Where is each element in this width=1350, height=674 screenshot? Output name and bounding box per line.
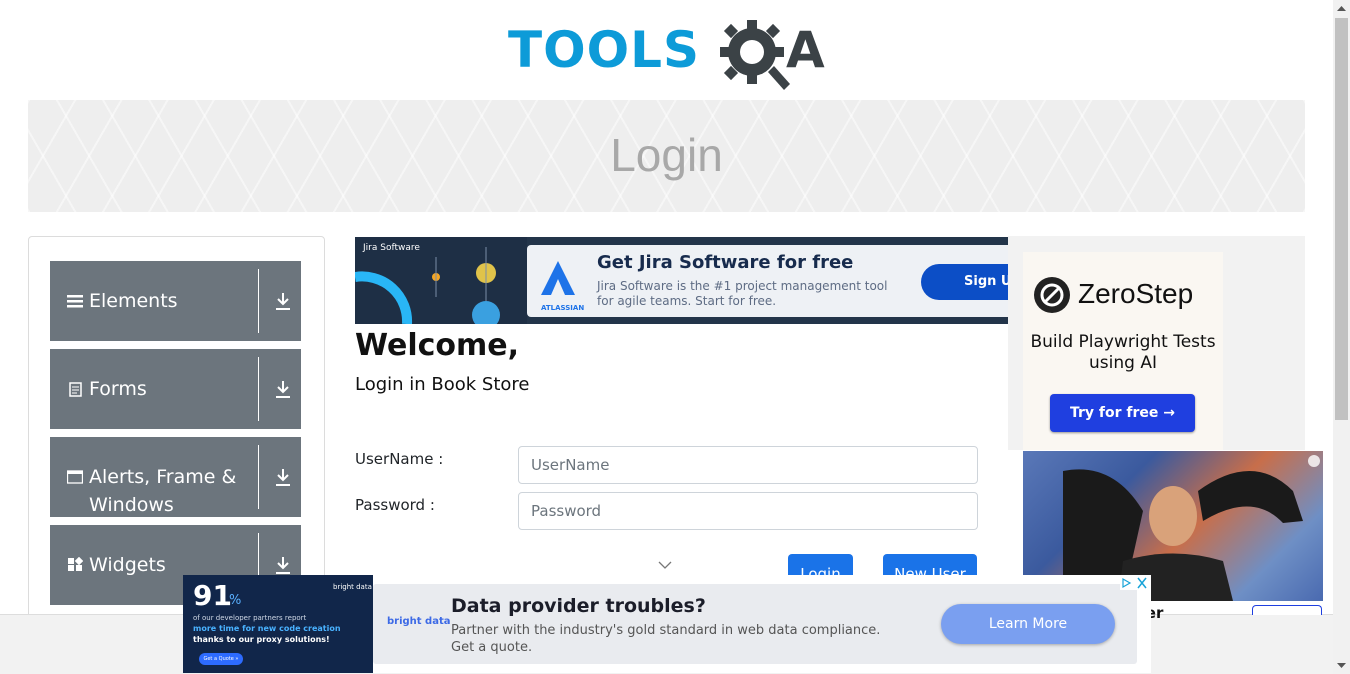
username-input[interactable]: [518, 446, 978, 484]
sidebar-group-label: Forms: [89, 378, 147, 400]
stat-number: 91: [193, 579, 232, 612]
toolsqa-logo[interactable]: TOOLS A: [508, 14, 830, 92]
password-input[interactable]: [518, 492, 978, 530]
stat-line-2: more time for new code creation: [193, 624, 341, 633]
window-icon: [66, 469, 84, 485]
jira-brand: Jira Software: [363, 243, 420, 253]
menu-icon: [67, 293, 83, 309]
zerostep-tagline: Build Playwright Tests using AI: [1030, 332, 1216, 373]
sidebar-group-label: Alerts, Frame & Windows: [89, 466, 237, 516]
brightdata-body: Partner with the industry's gold standar…: [451, 623, 881, 655]
brightdata-ad-card: bright data Data provider troubles? Part…: [373, 584, 1137, 664]
stat-line-3: thanks to our proxy solutions!: [193, 635, 330, 644]
jira-ad-body: Jira Software is the #1 project manageme…: [597, 279, 888, 308]
zerostep-logo-icon: [1034, 277, 1070, 313]
chevron-down-icon: [658, 561, 672, 569]
jira-ad-banner[interactable]: Jira Software ATLASSIAN Get Jira Softwar…: [355, 237, 1008, 324]
zerostep-brand: ZeroStep: [1078, 278, 1194, 309]
password-label: Password :: [355, 496, 435, 514]
divider: [258, 269, 259, 333]
adchoices-close-icon[interactable]: [1120, 576, 1150, 590]
login-subtitle: Login in Book Store: [355, 374, 530, 395]
jira-signup-button[interactable]: Sign Up: [921, 264, 1008, 300]
sidebar-group-label: Elements: [89, 290, 178, 312]
logo-tools-text: TOOLS: [508, 21, 700, 79]
scroll-down-icon[interactable]: [1336, 662, 1347, 670]
logo-qa-text: A: [786, 21, 825, 79]
brightdata-logo: bright data: [387, 616, 451, 627]
sidebar-group-alerts[interactable]: Alerts, Frame & Windows: [50, 437, 301, 517]
brightdata-headline: Data provider troubles?: [451, 595, 706, 617]
get-quote-button[interactable]: Get a Quote »: [199, 653, 243, 665]
jira-ad-card: ATLASSIAN Get Jira Software for free Jir…: [527, 245, 1008, 317]
scrollbar-thumb[interactable]: [1335, 18, 1348, 420]
right-ad-partial-button[interactable]: [1252, 605, 1322, 615]
scroll-up-icon[interactable]: [1336, 4, 1347, 12]
sidebar-group-forms[interactable]: Forms: [50, 349, 301, 429]
page-title: Login: [610, 129, 723, 181]
jira-ad-graphic: Jira Software: [355, 237, 527, 324]
brightdata-small-logo: bright data: [333, 583, 372, 591]
gear-magnifier-icon: [720, 20, 790, 90]
document-icon: [67, 381, 83, 397]
stat-line-1: of our developer partners report: [193, 614, 307, 622]
try-for-free-button[interactable]: Try for free →: [1050, 394, 1195, 432]
widgets-icon: [67, 556, 84, 573]
divider: [258, 357, 259, 421]
sidebar-group-elements[interactable]: Elements: [50, 261, 301, 341]
divider: [258, 445, 259, 509]
atlassian-label: ATLASSIAN: [541, 304, 585, 312]
download-icon: [276, 293, 290, 310]
download-icon: [276, 469, 290, 486]
download-icon: [276, 381, 290, 398]
brightdata-promo-panel: 91 % bright data of our developer partne…: [183, 575, 373, 673]
download-icon: [276, 557, 290, 574]
learn-more-button[interactable]: Learn More: [941, 604, 1115, 644]
atlassian-logo-icon: [541, 261, 575, 295]
jira-ad-headline: Get Jira Software for free: [597, 252, 854, 273]
brightdata-ad[interactable]: 91 % bright data of our developer partne…: [183, 575, 1151, 673]
stat-unit: %: [229, 593, 242, 608]
welcome-heading: Welcome,: [355, 328, 520, 363]
username-label: UserName :: [355, 450, 444, 468]
